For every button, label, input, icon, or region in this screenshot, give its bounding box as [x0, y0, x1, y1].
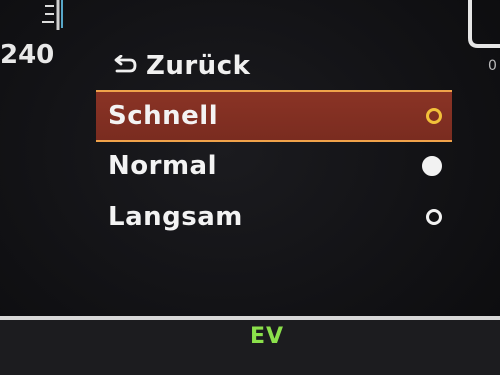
right-gauge-label: 0: [488, 58, 497, 74]
option-normal[interactable]: Normal: [96, 140, 452, 192]
back-arrow-icon: [114, 55, 137, 73]
option-langsam[interactable]: Langsam: [96, 191, 452, 243]
back-button[interactable]: Zurück: [112, 48, 250, 84]
radio-filled-icon: [422, 156, 442, 176]
option-label: Normal: [108, 151, 217, 181]
drive-mode-indicator: EV: [249, 324, 285, 349]
right-gauge: [468, 0, 500, 48]
radio-outline-icon: [426, 209, 442, 225]
radio-outline-icon: [426, 108, 442, 124]
option-label: Schnell: [108, 101, 219, 131]
back-label: Zurück: [146, 51, 251, 81]
option-schnell[interactable]: Schnell: [96, 90, 452, 142]
option-label: Langsam: [108, 202, 243, 232]
instrument-cluster-screen: 240 0 Zurück Schnell Normal Langsam EV: [0, 0, 500, 375]
speed-scale-label: 240: [0, 40, 55, 70]
